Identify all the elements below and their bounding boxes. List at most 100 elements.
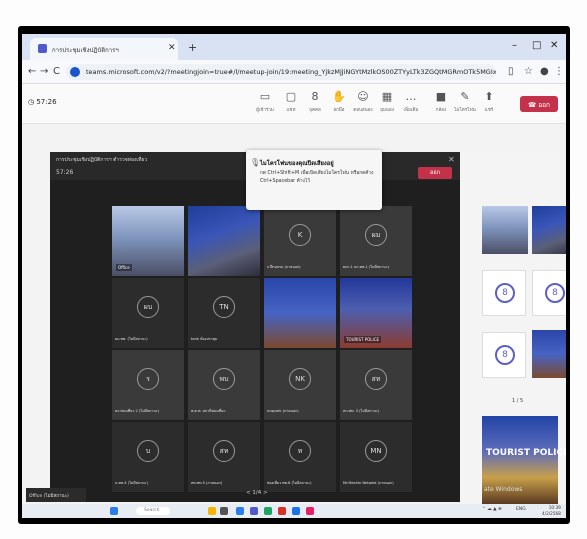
participant-tile[interactable]: NK nuspark (ภายนอก) xyxy=(264,350,336,420)
participant-name: สท.ทท.5 (ภายนอก) xyxy=(191,481,223,485)
share-icon: ⬆ xyxy=(484,90,494,103)
mic-muted-notice: 🎙 ไมโครโฟนของคุณปิดเสียงอยู่ กด Ctrl+Shi… xyxy=(246,150,382,210)
participant-tile[interactable]: ผมผกก.1 บก.ทท.1 (ไม่มีสถานะ) xyxy=(340,206,412,276)
participant-tile[interactable]: 8 xyxy=(482,332,526,378)
toolbar-share-button[interactable]: ⬆ แชร์ xyxy=(478,90,500,113)
toolbar-mic-button[interactable]: ✎ ไมโครโฟน xyxy=(454,90,476,113)
tray-icons[interactable]: ⌃ ☁ ▲ ⊕ xyxy=(482,507,502,512)
participant-video[interactable] xyxy=(532,330,566,378)
avatar: สท xyxy=(213,440,235,462)
participant-video[interactable] xyxy=(532,206,566,254)
participant-tile[interactable]: MN Mr.Machin Netpeid (ภายนอก) xyxy=(340,422,412,492)
maximize-icon[interactable]: □ xyxy=(532,40,541,51)
participant-tile[interactable]: รตร.ท่องเที่ยว 2 (ไม่มีสถานะ) xyxy=(112,350,184,420)
chrome-icon[interactable] xyxy=(292,507,300,515)
extension-icon[interactable]: ● xyxy=(540,66,549,77)
shared-leave-button[interactable]: ออก xyxy=(418,167,452,179)
office-label: Office (ไม่มีสถานะ) xyxy=(26,488,86,502)
participant-name: ผกก.1 บก.ทท.1 (ไม่มีสถานะ) xyxy=(343,265,390,269)
taskbar: Search ⌃ ☁ ▲ ⊕ ENG 10:39 4/2/2568 xyxy=(22,504,566,518)
system-clock[interactable]: 10:39 4/2/2568 xyxy=(542,505,561,517)
participant-tile[interactable]: TN tank ห้องประชุม xyxy=(188,278,260,348)
toolbar-people-button[interactable]: 8 บุคคล xyxy=(304,90,326,113)
menu-icon[interactable]: ⋮ xyxy=(554,66,564,77)
folder-icon[interactable] xyxy=(208,507,216,515)
url-field[interactable]: teams.microsoft.com/v2/?meetingjoin=true… xyxy=(66,64,496,80)
participant-tile[interactable]: K ก.ฝึกอบรม (ภายนอก) xyxy=(264,206,336,276)
participant-tile[interactable]: ทท่องเที่ยว ทท.6 (ไม่มีสถานะ) xyxy=(264,422,336,492)
toolbar-label: มุมมอง xyxy=(380,108,394,113)
mic-off-icon: 🎙 xyxy=(250,158,261,167)
participant-video[interactable] xyxy=(188,206,260,276)
meeting-toolbar: ◷ 57:26 ▭ ผู้เข้าร่วม ▢ แชท 8 บุคคล ✋ ยกมือ ☺ ตอบ… xyxy=(22,84,566,124)
toolbar-view-button[interactable]: ▦ มุมมอง xyxy=(376,90,398,113)
start-icon[interactable] xyxy=(110,507,118,515)
notice-title: ไมโครโฟนของคุณปิดเสียงอยู่ xyxy=(260,161,334,167)
app-icon[interactable] xyxy=(220,507,228,515)
shared-close-icon[interactable]: ✕ xyxy=(448,155,455,164)
app-icon[interactable] xyxy=(306,507,314,515)
avatar: ผม xyxy=(365,224,387,246)
participant-tile[interactable]: 8 xyxy=(482,270,526,316)
reload-icon[interactable]: C xyxy=(53,66,60,77)
avatar: สท xyxy=(365,368,387,390)
shared-meeting-title: การประชุมเชิงปฏิบัติการฯ ตำรวจท่องเที่ยว xyxy=(56,157,148,163)
participant-tile[interactable]: สทสภ.ทท. 3 (ไม่มีสถานะ) xyxy=(340,350,412,420)
shared-content-preview[interactable]: TOURIST POLICE ate Windows xyxy=(482,416,566,504)
participant-tile[interactable]: 8 xyxy=(532,270,566,316)
participant-video[interactable] xyxy=(482,206,528,254)
participant-video[interactable] xyxy=(264,278,336,348)
toolbar-more-button[interactable]: … เพิ่มเติม xyxy=(400,90,422,113)
participant-name: สภ.ทท. 3 (ไม่มีสถานะ) xyxy=(343,409,380,413)
participant-tile[interactable]: พบ พ.ต.ท. สถานีท่องเที่ยว xyxy=(188,350,260,420)
back-icon[interactable]: ← xyxy=(28,66,36,77)
toolbar-chat-button[interactable]: ▢ แชท xyxy=(280,90,302,113)
toolbar-react-button[interactable]: ☺ ตอบสนอง xyxy=(352,90,374,113)
gallery-pager[interactable]: < 1/4 > xyxy=(246,490,268,496)
forward-icon[interactable]: → xyxy=(40,66,48,77)
video-label: TOURIST POLICE xyxy=(344,336,382,343)
toolbar-label: แชร์ xyxy=(484,108,494,113)
favorite-icon[interactable]: ☆ xyxy=(524,66,533,77)
app-icon[interactable] xyxy=(278,507,286,515)
toolbar-label: ผู้เข้าร่วม xyxy=(256,108,274,113)
avatar: MN xyxy=(365,440,387,462)
participant-tile[interactable]: สทสท.ทท.5 (ภายนอก) xyxy=(188,422,260,492)
taskbar-search[interactable]: Search xyxy=(136,507,170,515)
edge-icon[interactable] xyxy=(236,507,244,515)
language-indicator[interactable]: ENG xyxy=(516,507,526,512)
toolbar-label: แชท xyxy=(286,108,296,113)
participant-video[interactable]: TOURIST POLICE xyxy=(340,278,412,348)
close-window-icon[interactable]: ✕ xyxy=(550,40,558,51)
read-mode-icon[interactable]: ▯ xyxy=(508,66,514,77)
participant-video[interactable]: Office xyxy=(112,206,184,276)
avatar: K xyxy=(289,224,311,246)
photo-frame: การประชุมเชิงปฏิบัติการฯ ✕ + – □ ✕ ← → C… xyxy=(0,0,587,539)
toolbar-camera-off-button[interactable]: ■ กล้อง xyxy=(430,90,452,113)
tab-title: การประชุมเชิงปฏิบัติการฯ xyxy=(52,47,119,54)
participant-tile[interactable]: บบ.ทท.4 (ไม่มีสถานะ) xyxy=(112,422,184,492)
activate-windows-watermark: ate Windows xyxy=(484,486,523,493)
toolbar-raise-hand-button[interactable]: ✋ ยกมือ xyxy=(328,90,350,113)
browser-window: การประชุมเชิงปฏิบัติการฯ ✕ + – □ ✕ ← → C… xyxy=(22,34,566,518)
participant-tile[interactable]: ผบ ผบ.ทท. (ไม่มีสถานะ) xyxy=(112,278,184,348)
app-icon[interactable] xyxy=(264,507,272,515)
address-bar-row: ← → C teams.microsoft.com/v2/?meetingjoi… xyxy=(22,60,566,84)
minimize-icon[interactable]: – xyxy=(512,40,517,51)
leave-button[interactable]: ☎ ออก xyxy=(520,96,558,112)
tab-close-icon[interactable]: ✕ xyxy=(168,43,176,53)
browser-tab[interactable]: การประชุมเชิงปฏิบัติการฯ ✕ xyxy=(30,38,178,60)
person-icon: 8 xyxy=(545,283,565,303)
toolbar-camera-button[interactable]: ▭ ผู้เข้าร่วม xyxy=(254,90,276,113)
participant-name: ตร.ท่องเที่ยว 2 (ไม่มีสถานะ) xyxy=(115,409,160,413)
teams-taskbar-icon[interactable] xyxy=(250,507,258,515)
raise-hand-icon: ✋ xyxy=(332,90,346,103)
view-icon: ▦ xyxy=(381,90,393,103)
avatar: NK xyxy=(289,368,311,390)
meeting-timer: ◷ 57:26 xyxy=(28,98,57,106)
new-tab-button[interactable]: + xyxy=(188,41,197,54)
site-info-icon[interactable] xyxy=(70,67,80,77)
avatar: TN xyxy=(213,296,235,318)
avatar: ร xyxy=(137,368,159,390)
participant-gallery: 8 8 8 1 / 5 TOURIST POLICE ate Windows xyxy=(462,152,566,504)
